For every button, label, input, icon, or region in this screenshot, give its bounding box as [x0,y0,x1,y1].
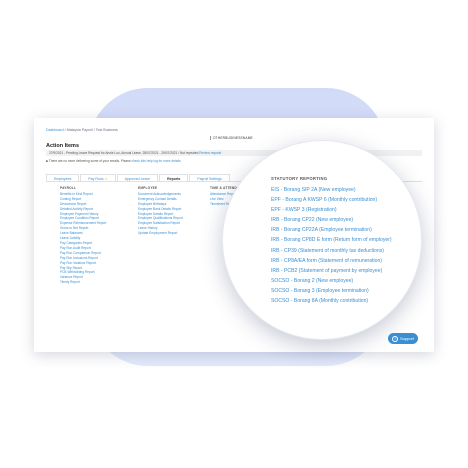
statutory-report-link[interactable]: EPF - KWSP 3 (Registration) [271,205,392,215]
statutory-report-link[interactable]: IRB - Borang CP22 (New employee) [271,215,392,225]
tab-reports-label: Reports [167,176,181,181]
breadcrumb-current: Malaysia Payroll / Test Business [66,128,118,132]
statutory-reporting-list: EIS - Borang SIP 2A (New employee) EPF -… [271,185,392,306]
statutory-report-link[interactable]: SOCSO - Borang 8A (Monthly contribution) [271,296,392,306]
tab-pay-runs-label: Pay Runs [88,176,104,181]
payroll-reports-heading: PAYROLL [60,186,77,190]
statutory-report-link[interactable]: EPF - Borang A KWSP 6 (Monthly contribut… [271,195,392,205]
warning-icon: ⚠ [104,176,108,181]
statutory-report-link[interactable]: SOCSO - Borang 2 (New employee) [271,276,392,286]
tab-employees-label: Employees [54,176,72,181]
review-request-link[interactable]: Review request [199,151,221,155]
tab-approved-leave-label: Approved Leave [124,176,151,181]
magnifier-lens: STATUTORY REPORTING EIS - Borang SIP 2A … [222,140,422,340]
payroll-reports-column: PAYROLL Benefits in Kind Report Costing … [60,186,106,285]
action-item-text: 27/9/2021 - Pending Leave Request for An… [49,151,199,155]
report-link[interactable]: Emergency Contact Details [138,197,183,202]
breadcrumb-root-link[interactable]: Dashboard [46,128,64,132]
report-link[interactable]: Timely Report [60,280,106,285]
statutory-report-link[interactable]: IRB - CP8A/EA form (Statement of remuner… [271,256,392,266]
warning-icon: ■ [46,159,48,163]
email-notice-link[interactable]: check this help log for more details. [132,159,182,163]
statutory-report-link[interactable]: IRB - Borang CP22A (Employee termination… [271,225,392,235]
question-icon: ? [391,335,398,342]
statutory-report-link[interactable]: IRB - CP39 (Statement of monthly tax ded… [271,246,392,256]
breadcrumb: Dashboard / Malaysia Payroll / Test Busi… [46,128,118,132]
support-label: Support [399,336,414,341]
statutory-report-link[interactable]: IRB - PCB2 (Statement of payment by empl… [271,266,392,276]
support-button[interactable]: ? Support [388,333,418,344]
tab-payroll-settings-label: Payroll Settings [197,176,222,181]
report-link[interactable]: Pay Run Comparison Report [60,251,106,256]
statutory-reporting-heading: STATUTORY REPORTING [271,176,328,181]
action-items-title: Action Items [46,143,80,149]
email-notice-text: There are no more delivering some of you… [48,159,131,163]
statutory-report-link[interactable]: IRB - Borang CP8D E form (Return form of… [271,235,392,245]
company-name: OTHERBUSINESSNAME [210,136,253,140]
statutory-report-link[interactable]: EIS - Borang SIP 2A (New employee) [271,185,392,195]
employee-reports-heading: EMPLOYEE [138,186,158,190]
employee-reports-column: EMPLOYEE Document Acknowledgements Emerg… [138,186,183,236]
breadcrumb-separator: / [64,128,66,132]
report-link[interactable]: Update Employment Report [138,231,183,236]
statutory-report-link[interactable]: SOCSO - Borang 3 (Employee termination) [271,286,392,296]
report-link[interactable]: Employee Bank Details Report [138,207,183,212]
